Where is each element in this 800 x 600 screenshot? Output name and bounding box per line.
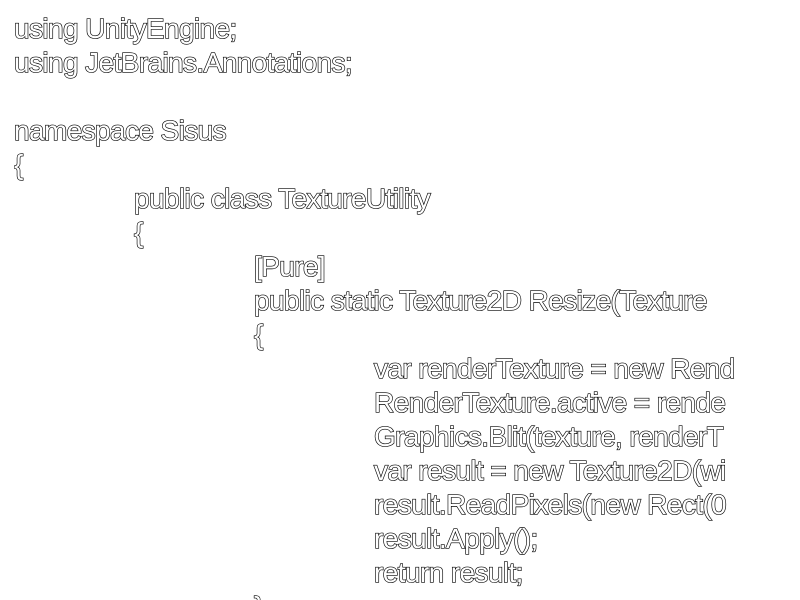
code-line-9: public static Texture2D Resize(Texture — [253, 284, 708, 316]
code-line-12: RenderTexture.active = rende — [373, 386, 726, 418]
code-line-16: result.Apply(); — [373, 522, 539, 554]
code-line-3 — [14, 80, 800, 114]
code-listing: using UnityEngine; using JetBrains.Annot… — [14, 12, 800, 600]
code-line-2: using JetBrains.Annotations; — [14, 46, 353, 78]
code-viewport: using UnityEngine; using JetBrains.Annot… — [0, 0, 800, 600]
code-line-11: var renderTexture = new Rend — [373, 352, 736, 384]
code-line-7: { — [133, 216, 144, 248]
code-line-6: public class TextureUtility — [133, 182, 431, 214]
code-line-4: namespace Sisus — [14, 114, 227, 146]
code-line-15: result.ReadPixels(new Rect(0 — [373, 488, 727, 520]
code-line-18: } — [14, 590, 800, 600]
code-line-10: { — [253, 318, 264, 350]
code-line-1: using UnityEngine; — [14, 12, 238, 44]
code-line-8: [Pure] — [253, 250, 326, 282]
code-line-5: { — [14, 148, 24, 180]
code-line-17: return result; — [373, 556, 524, 588]
code-line-13: Graphics.Blit(texture, renderT — [373, 420, 724, 452]
code-line-14: var result = new Texture2D(wi — [373, 454, 727, 486]
